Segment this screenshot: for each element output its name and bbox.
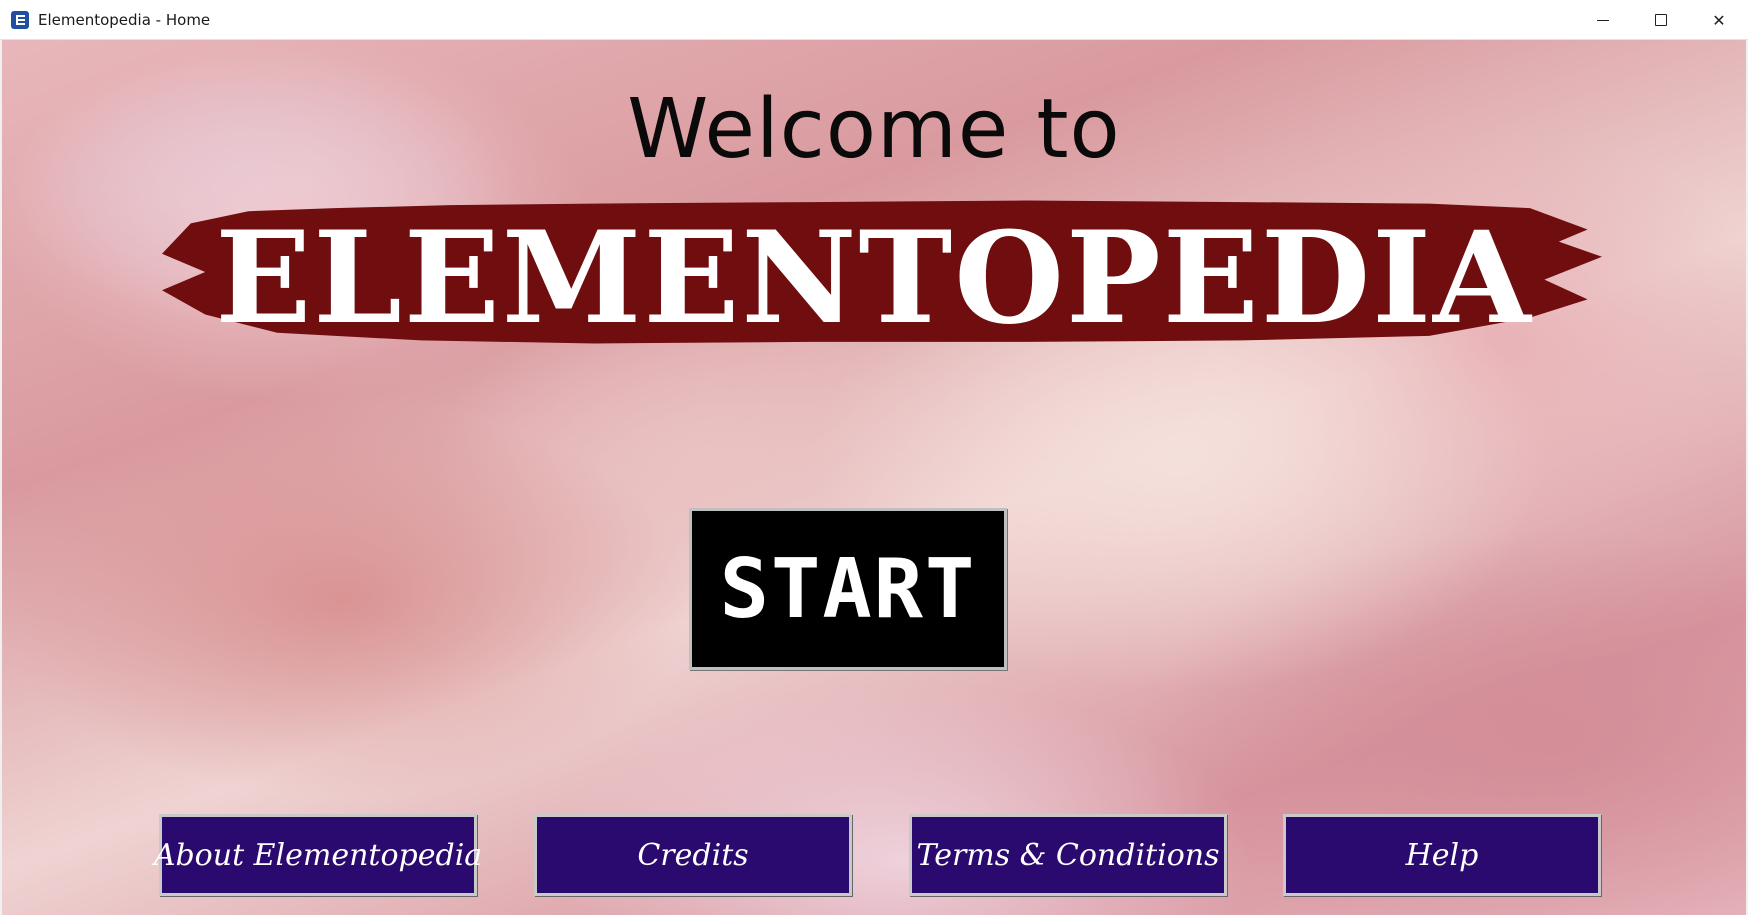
close-button[interactable]: ✕	[1690, 0, 1748, 40]
brand-title: ELEMENTOPEDIA	[215, 204, 1533, 352]
start-button[interactable]: START	[689, 508, 1007, 670]
window-controls: ✕	[1574, 0, 1748, 40]
maximize-button[interactable]	[1632, 0, 1690, 40]
about-button[interactable]: About Elementopedia	[154, 814, 482, 896]
welcome-heading: Welcome to	[627, 82, 1121, 177]
credits-button[interactable]: Credits	[534, 814, 852, 896]
elementopedia-e-icon	[11, 10, 29, 29]
close-icon: ✕	[1712, 10, 1726, 30]
terms-button[interactable]: Terms & Conditions	[909, 814, 1227, 896]
maximize-icon	[1655, 14, 1667, 26]
minimize-button[interactable]	[1574, 0, 1632, 40]
help-button[interactable]: Help	[1283, 814, 1601, 896]
minimize-icon	[1597, 19, 1609, 21]
window-title: Elementopedia - Home	[38, 10, 211, 29]
title-bar: Elementopedia - Home ✕	[0, 0, 1748, 40]
home-canvas: Welcome to ELEMENTOPEDIA START About Ele…	[2, 40, 1746, 915]
